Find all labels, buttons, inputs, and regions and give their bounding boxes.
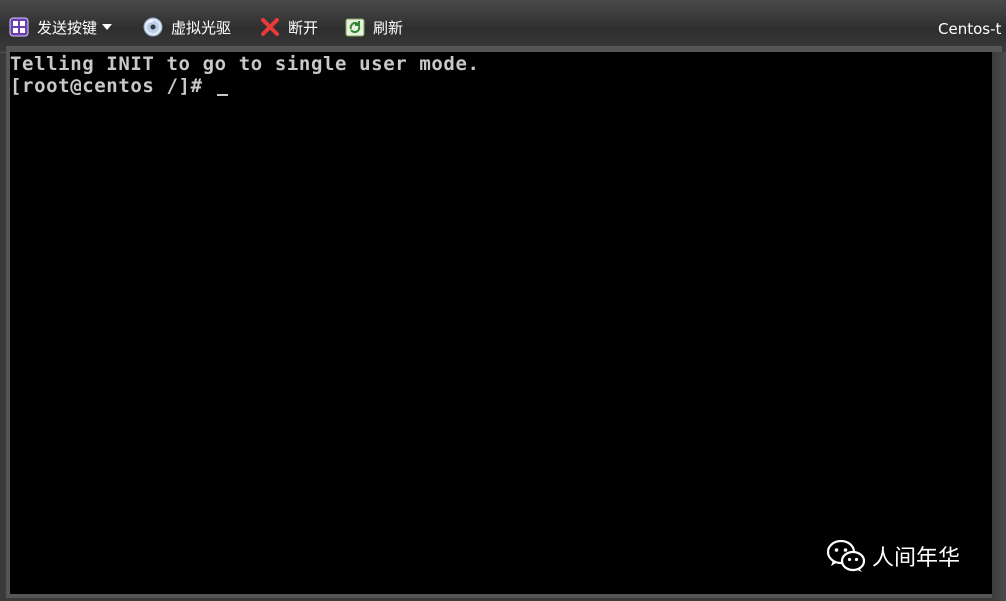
- window-title: Centos-t: [938, 20, 1002, 38]
- disconnect-button[interactable]: 断开: [260, 14, 318, 40]
- cd-icon: [143, 17, 163, 37]
- watermark-text: 人间年华: [872, 546, 961, 571]
- virtual-cd-label: 虚拟光驱: [171, 18, 232, 37]
- console-frame: Telling INIT to go to single user mode. …: [6, 46, 1002, 598]
- refresh-button[interactable]: 刷新: [345, 14, 403, 40]
- terminal-line-text: Telling INIT to go to single user mode.: [10, 53, 480, 75]
- chevron-down-icon[interactable]: [102, 24, 113, 30]
- window-edge: [992, 52, 1006, 601]
- send-keys-button[interactable]: 发送按键: [9, 14, 113, 40]
- keyboard-icon: [9, 17, 29, 37]
- disconnect-label: 断开: [288, 18, 319, 37]
- terminal-prompt-line: [root@centos /]#: [10, 75, 228, 97]
- terminal-screen[interactable]: Telling INIT to go to single user mode. …: [10, 52, 998, 594]
- close-icon: [261, 18, 279, 36]
- virtual-cd-button[interactable]: 虚拟光驱: [143, 14, 231, 40]
- watermark: 人间年华: [826, 538, 960, 574]
- terminal-line: Telling INIT to go to single user mode.: [10, 53, 480, 75]
- terminal-cursor: [216, 94, 228, 96]
- terminal-prompt-text: [root@centos /]#: [10, 75, 215, 97]
- refresh-label: 刷新: [373, 18, 404, 37]
- send-keys-label: 发送按键: [37, 18, 98, 37]
- remote-console-window: 发送按键 虚拟光驱 断开 刷新 Centos-t Telling INIT to…: [0, 0, 1006, 601]
- wechat-icon: [826, 539, 866, 572]
- refresh-icon: [345, 18, 365, 37]
